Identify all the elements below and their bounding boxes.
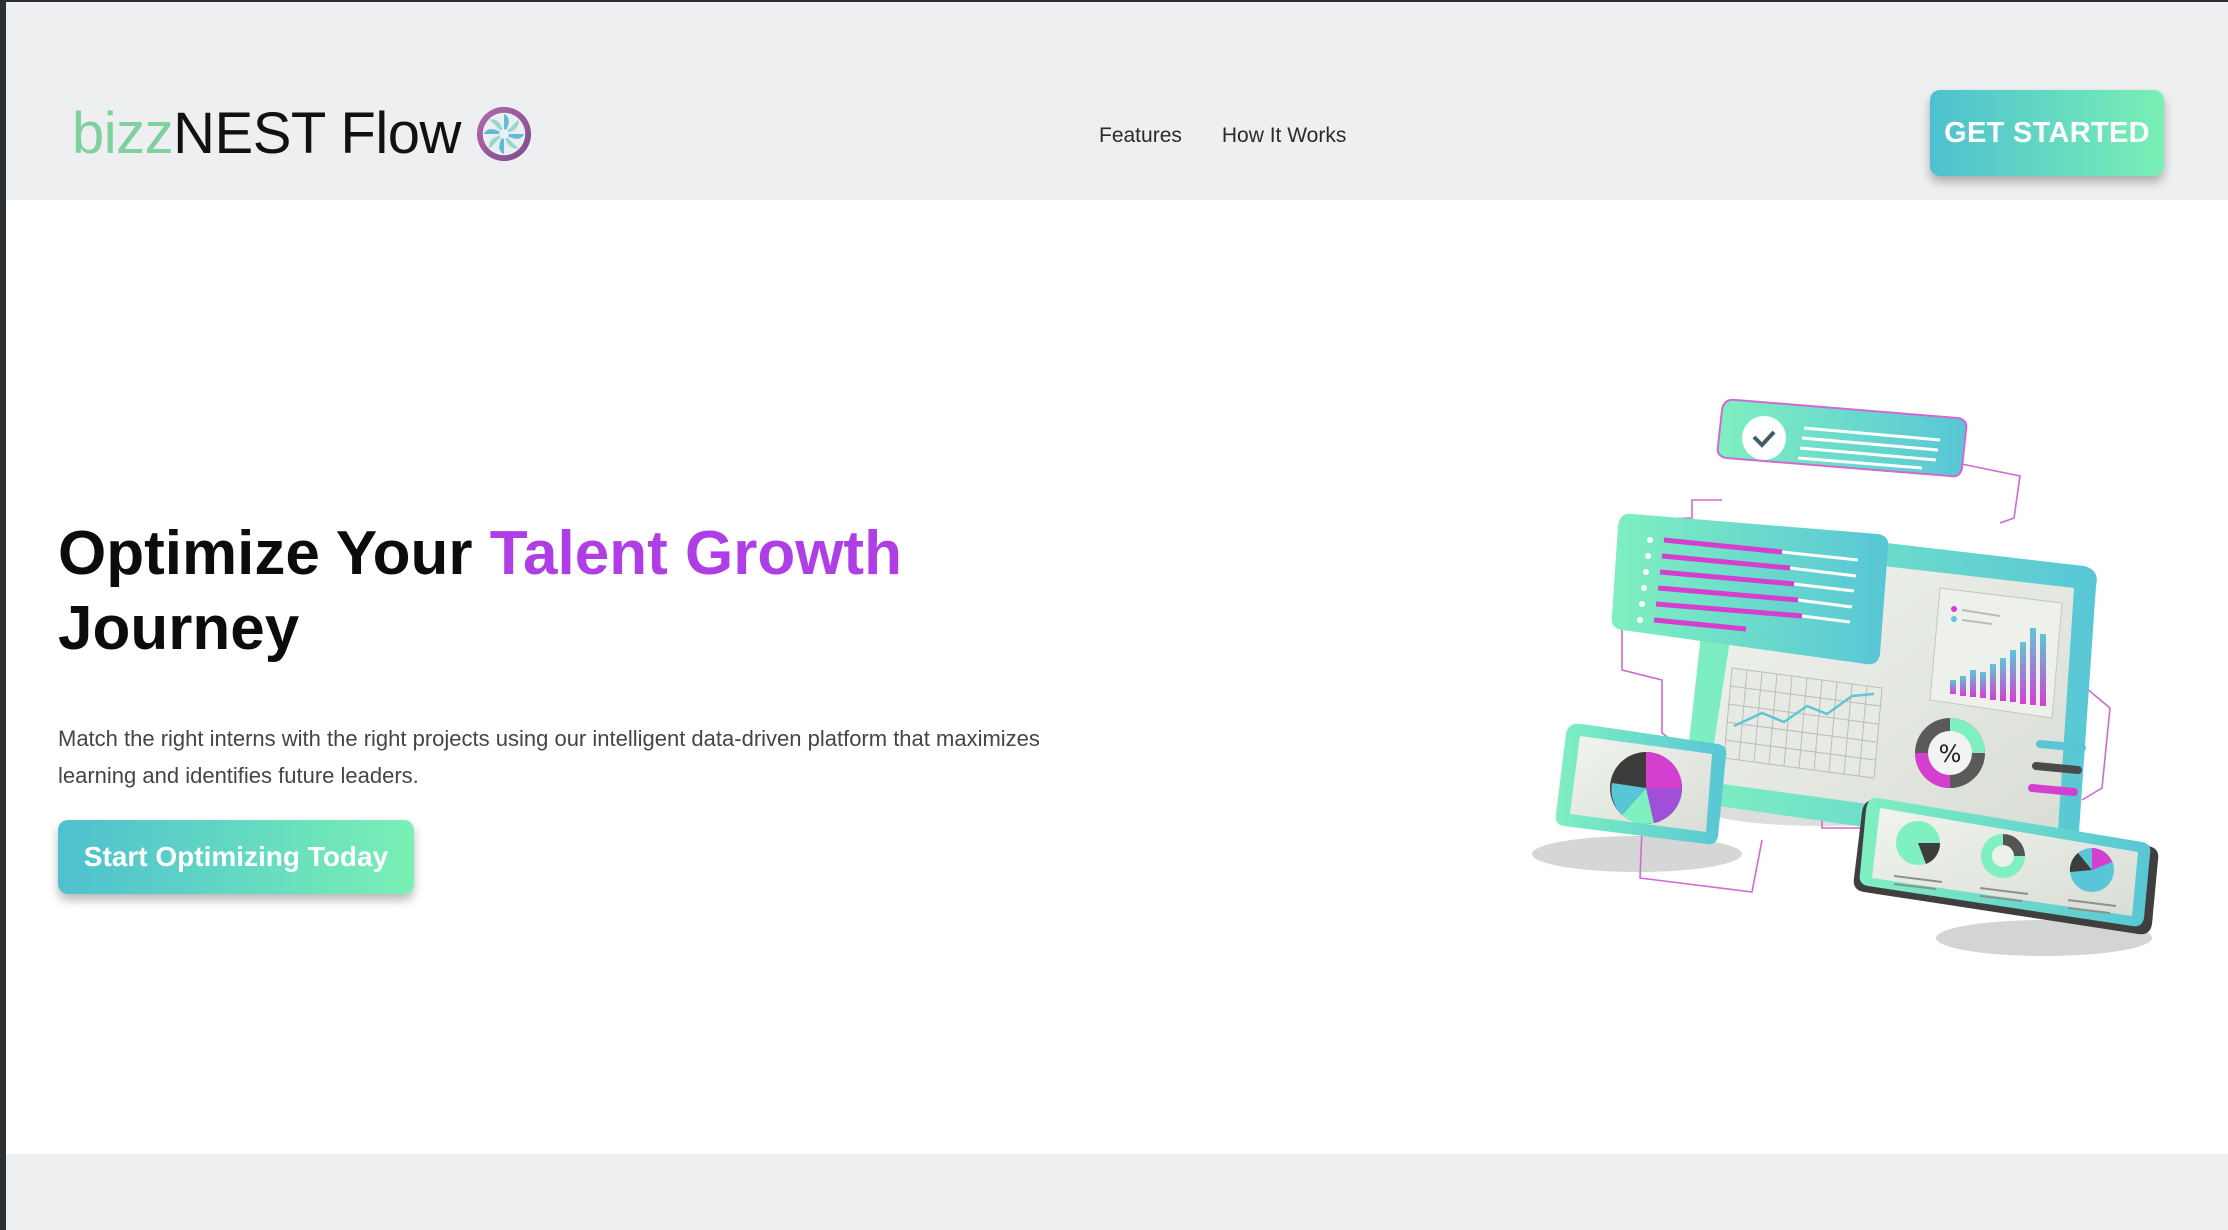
- swirl-logo-icon: [476, 106, 531, 162]
- dashboard-illustration: %: [1532, 398, 2159, 956]
- brand-name-light: bizz: [72, 101, 174, 166]
- bar-chart: [1929, 587, 2063, 719]
- brand-name: bizzNEST Flow: [72, 94, 461, 174]
- percent-donut: %: [1915, 718, 1985, 788]
- grid-chart: [1723, 667, 1883, 779]
- brand-name-dark: NEST Flow: [173, 101, 461, 166]
- main-nav: Features How It Works: [1099, 122, 1346, 150]
- brand-logo[interactable]: bizzNEST Flow: [72, 94, 533, 174]
- next-section-strip: [6, 1154, 2228, 1230]
- get-started-button[interactable]: GET STARTED: [1930, 90, 2164, 176]
- top-navigation-bar: bizzNEST Flow Features How It Works GET …: [6, 2, 2228, 200]
- hero-title-part1: Optimize Your: [58, 519, 490, 588]
- nav-link-how-it-works[interactable]: How It Works: [1222, 122, 1346, 150]
- hero-title-part2: Journey: [58, 594, 300, 663]
- browser-viewport: bizzNEST Flow Features How It Works GET …: [6, 2, 2228, 1230]
- start-optimizing-button[interactable]: Start Optimizing Today: [58, 820, 414, 894]
- checkmark-card: [1716, 398, 1968, 478]
- nav-link-features[interactable]: Features: [1099, 122, 1182, 150]
- hero-title-accent: Talent Growth: [489, 519, 902, 588]
- hero-title: Optimize Your Talent Growth Journey: [58, 516, 1058, 666]
- hero-description: Match the right interns with the right p…: [58, 726, 1040, 788]
- percent-symbol: %: [1939, 740, 1962, 768]
- list-card: [1611, 513, 1889, 665]
- pie-tablet: [1555, 723, 1727, 845]
